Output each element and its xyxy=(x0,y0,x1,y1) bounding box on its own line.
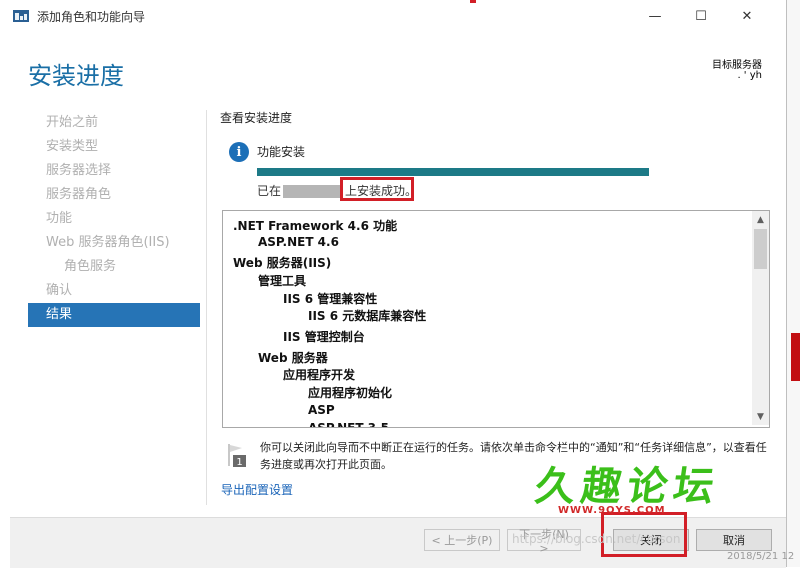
tree-item: IIS 6 管理兼容性 xyxy=(283,292,378,306)
progress-bar xyxy=(257,168,649,176)
server-manager-icon xyxy=(13,10,29,22)
target-server-value: . ' yh xyxy=(737,70,762,81)
vertical-scrollbar[interactable]: ▲ ▼ xyxy=(752,211,769,425)
page-header: 安装进度 目标服务器 . ' yh xyxy=(10,32,786,102)
background-red-mark xyxy=(470,0,476,3)
minimize-button[interactable]: — xyxy=(632,2,678,30)
previous-button[interactable]: < 上一步(P) xyxy=(424,529,500,551)
tree-item: ASP.NET 3.5 xyxy=(308,421,389,428)
background-red-block xyxy=(791,333,800,381)
cancel-button[interactable]: 取消 xyxy=(696,529,772,551)
notification-flag-icon: 1 xyxy=(228,444,246,468)
taskbar-date: 2018/5/21 12 xyxy=(727,551,795,562)
scroll-thumb[interactable] xyxy=(754,229,767,269)
export-config-link[interactable]: 导出配置设置 xyxy=(221,481,293,498)
tree-item: 应用程序开发 xyxy=(283,368,356,382)
nav-item[interactable]: 服务器选择 xyxy=(28,159,200,183)
nav-item[interactable]: Web 服务器角色(IIS) xyxy=(28,231,200,255)
background-edge xyxy=(787,0,800,567)
info-icon: i xyxy=(229,142,249,162)
maximize-button[interactable]: ☐ xyxy=(678,2,724,30)
nav-item[interactable]: 开始之前 xyxy=(28,111,200,135)
tree-item: 管理工具 xyxy=(258,274,307,288)
installed-features-list[interactable]: .NET Framework 4.6 功能 ASP.NET 4.6 Web 服务器(… xyxy=(222,210,770,428)
svg-text:1: 1 xyxy=(236,457,242,468)
tree-item: IIS 管理控制台 xyxy=(283,330,365,344)
blog-watermark: https://blog.csdn.net/corson xyxy=(512,532,681,546)
nav-item[interactable]: 功能 xyxy=(28,207,200,231)
tree-item: ASP xyxy=(308,403,335,417)
content-area: 查看安装进度 i 功能安装 已在 上安装成功。 .NET Framework 4.… xyxy=(220,102,776,522)
nav-item[interactable]: 确认 xyxy=(28,279,200,303)
nav-item[interactable]: 安装类型 xyxy=(28,135,200,159)
scroll-up-icon[interactable]: ▲ xyxy=(752,211,769,228)
tree-item: .NET Framework 4.6 功能 xyxy=(233,219,398,233)
tree-item: Web 服务器 xyxy=(258,351,328,365)
target-server-label: 目标服务器 xyxy=(712,60,762,71)
nav-item[interactable]: 角色服务 xyxy=(28,255,200,279)
scroll-down-icon[interactable]: ▼ xyxy=(752,408,769,425)
progress-fill xyxy=(257,168,649,176)
close-window-button[interactable]: ✕ xyxy=(724,2,770,30)
tree-item: Web 服务器(IIS) xyxy=(233,256,332,270)
window-title: 添加角色和功能向导 xyxy=(37,10,146,24)
tree-item: 应用程序初始化 xyxy=(308,386,393,400)
title-bar: 添加角色和功能向导 — ☐ ✕ xyxy=(0,0,786,32)
redacted-server-name xyxy=(283,185,344,198)
section-title: 查看安装进度 xyxy=(220,111,293,125)
success-prefix: 已在 xyxy=(257,184,282,198)
tree-item: ASP.NET 4.6 xyxy=(258,235,339,249)
wizard-window: 添加角色和功能向导 — ☐ ✕ 安装进度 目标服务器 . ' yh 开始之前 安装… xyxy=(0,0,787,568)
highlight-box xyxy=(340,177,414,201)
nav-item[interactable]: 服务器角色 xyxy=(28,183,200,207)
tree-item: IIS 6 元数据库兼容性 xyxy=(308,309,427,323)
nav-divider xyxy=(206,110,207,505)
wizard-nav: 开始之前 安装类型 服务器选择 服务器角色 功能 Web 服务器角色(IIS) 角色服务 确认… xyxy=(28,111,200,327)
page-title: 安装进度 xyxy=(28,62,124,90)
info-note: 你可以关闭此向导而不中断正在运行的任务。请依次单击命令栏中的“通知”和“任务详细… xyxy=(260,441,767,471)
nav-item[interactable]: 结果 xyxy=(28,303,200,327)
feature-install-label: 功能安装 xyxy=(257,145,306,159)
